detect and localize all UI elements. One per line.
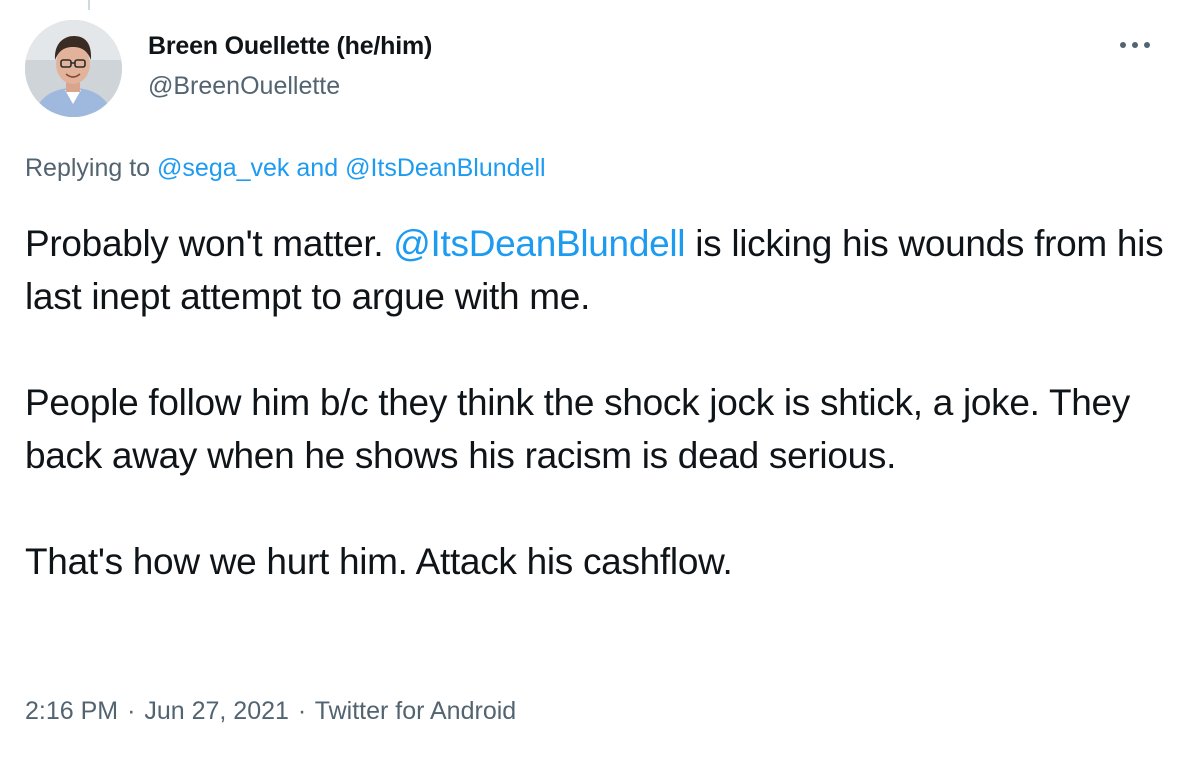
- tweet-text-part: Probably won't matter.: [25, 223, 384, 264]
- author-handle[interactable]: @BreenOuellette: [148, 72, 340, 101]
- tweet-text: Probably won't matter. @ItsDeanBlundell …: [25, 217, 1165, 588]
- tweet-source[interactable]: Twitter for Android: [315, 697, 516, 725]
- tweet-paragraph-3: That's how we hurt him. Attack his cashf…: [25, 541, 733, 582]
- tweet-time[interactable]: 2:16 PM: [25, 697, 118, 725]
- tweet-mention-itsdeanblundell[interactable]: @ItsDeanBlundell: [393, 223, 685, 264]
- meta-separator: ·: [127, 697, 136, 725]
- avatar[interactable]: [25, 20, 122, 117]
- reply-mention-itsdeanblundell[interactable]: @ItsDeanBlundell: [345, 154, 546, 182]
- reply-conjunction: and: [296, 154, 339, 182]
- reply-mention-sega-vek[interactable]: @sega_vek: [157, 154, 289, 182]
- author-display-name[interactable]: Breen Ouellette (he/him): [148, 32, 432, 61]
- tweet-date[interactable]: Jun 27, 2021: [144, 697, 289, 725]
- tweet-paragraph-2: People follow him b/c they think the sho…: [25, 382, 1130, 476]
- replying-to-label: Replying to: [25, 154, 151, 182]
- more-horizontal-icon: [1120, 42, 1150, 48]
- tweet-paragraph-1: Probably won't matter. @ItsDeanBlundell …: [25, 217, 1165, 323]
- tweet-metadata: 2:16 PM · Jun 27, 2021 · Twitter for And…: [25, 697, 516, 726]
- replying-to: Replying to @sega_vek and @ItsDeanBlunde…: [25, 154, 546, 183]
- meta-separator: ·: [297, 697, 307, 725]
- avatar-photo: [25, 20, 122, 117]
- more-options-button[interactable]: [1110, 30, 1160, 60]
- tweet: Breen Ouellette (he/him) @BreenOuellette…: [0, 0, 1190, 758]
